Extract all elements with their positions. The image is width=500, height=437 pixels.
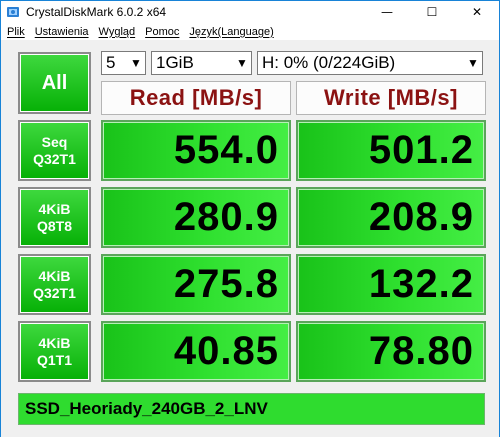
test-label-line2: Q1T1 bbox=[36, 351, 72, 368]
main-panel: All 5 ▼ 1GiB ▼ H: 0% (0/224GiB) ▼ Read [… bbox=[1, 42, 499, 437]
window-title: CrystalDiskMark 6.0.2 x64 bbox=[26, 5, 167, 19]
test-label-line1: Seq bbox=[41, 133, 68, 150]
test-count-value: 5 bbox=[106, 53, 116, 72]
test-label-line1: 4KiB bbox=[38, 334, 71, 351]
read-result-seq-q32t1: 554.0 bbox=[101, 120, 291, 181]
test-seq-q32t1-button[interactable]: Seq Q32T1 bbox=[18, 120, 91, 181]
test-label-line2: Q32T1 bbox=[33, 284, 76, 301]
test-4kib-q1t1-button[interactable]: 4KiB Q1T1 bbox=[18, 321, 91, 382]
chevron-down-icon: ▼ bbox=[467, 56, 479, 70]
test-label-line2: Q8T8 bbox=[36, 217, 72, 234]
chevron-down-icon: ▼ bbox=[130, 56, 142, 70]
menu-language[interactable]: Język(Language) bbox=[185, 26, 277, 38]
read-result-4kib-q1t1: 40.85 bbox=[101, 321, 291, 382]
title-bar[interactable]: CrystalDiskMark 6.0.2 x64 — ☐ ✕ bbox=[1, 1, 499, 23]
menu-settings[interactable]: Ustawienia bbox=[31, 26, 93, 38]
read-result-4kib-q32t1: 275.8 bbox=[101, 254, 291, 315]
write-result-4kib-q8t8: 208.9 bbox=[296, 187, 486, 248]
test-size-value: 1GiB bbox=[156, 53, 194, 72]
run-all-button[interactable]: All bbox=[18, 52, 91, 114]
read-result-4kib-q8t8: 280.9 bbox=[101, 187, 291, 248]
write-result-4kib-q32t1: 132.2 bbox=[296, 254, 486, 315]
read-column-header: Read [MB/s] bbox=[101, 81, 291, 115]
test-4kib-q32t1-button[interactable]: 4KiB Q32T1 bbox=[18, 254, 91, 315]
menu-file[interactable]: Plik bbox=[3, 26, 29, 38]
drive-value: H: 0% (0/224GiB) bbox=[262, 53, 396, 72]
menu-help[interactable]: Pomoc bbox=[141, 26, 183, 38]
test-4kib-q8t8-button[interactable]: 4KiB Q8T8 bbox=[18, 187, 91, 248]
write-result-4kib-q1t1: 78.80 bbox=[296, 321, 486, 382]
menu-bar: Plik Ustawienia Wygląd Pomoc Język(Langu… bbox=[1, 23, 499, 41]
write-column-header: Write [MB/s] bbox=[296, 81, 486, 115]
maximize-button[interactable]: ☐ bbox=[412, 1, 452, 23]
write-result-seq-q32t1: 501.2 bbox=[296, 120, 486, 181]
minimize-button[interactable]: — bbox=[367, 1, 407, 23]
close-button[interactable]: ✕ bbox=[457, 1, 497, 23]
app-window: CrystalDiskMark 6.0.2 x64 — ☐ ✕ Plik Ust… bbox=[0, 0, 500, 437]
chevron-down-icon: ▼ bbox=[236, 56, 248, 70]
crystaldiskmark-app-icon bbox=[7, 7, 19, 17]
comment-field[interactable]: SSD_Heoriady_240GB_2_LNV bbox=[18, 393, 485, 425]
test-size-select[interactable]: 1GiB ▼ bbox=[151, 51, 252, 75]
drive-select[interactable]: H: 0% (0/224GiB) ▼ bbox=[257, 51, 483, 75]
test-label-line2: Q32T1 bbox=[33, 150, 76, 167]
test-label-line1: 4KiB bbox=[38, 267, 71, 284]
test-label-line1: 4KiB bbox=[38, 200, 71, 217]
test-count-select[interactable]: 5 ▼ bbox=[101, 51, 146, 75]
menu-theme[interactable]: Wygląd bbox=[95, 26, 140, 38]
